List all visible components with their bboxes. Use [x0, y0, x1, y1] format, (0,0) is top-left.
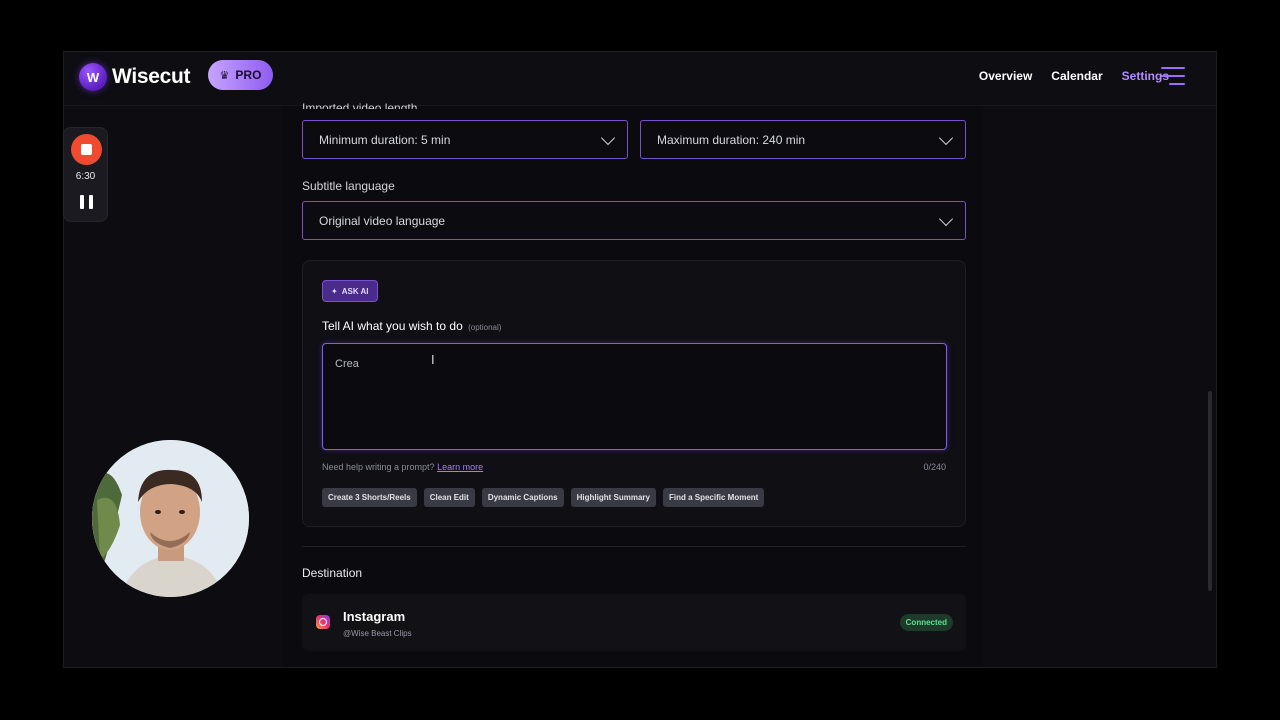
chip-clean-edit[interactable]: Clean Edit	[423, 488, 475, 507]
scrollbar[interactable]	[1208, 391, 1212, 591]
chip-dynamic-captions[interactable]: Dynamic Captions	[481, 488, 564, 507]
chip-find-moment[interactable]: Find a Specific Moment	[662, 488, 765, 507]
nav-overview[interactable]: Overview	[979, 69, 1032, 83]
ai-prompt-title: Tell AI what you wish to do (optional)	[322, 319, 501, 333]
subtitle-language-value: Original video language	[319, 213, 446, 228]
chevron-down-icon	[600, 130, 616, 146]
top-navigation-bar: W Wisecut ♛ PRO Overview Calendar Settin…	[64, 52, 1216, 106]
right-panel	[983, 106, 1216, 667]
ai-prompt-input[interactable]: Crea I	[322, 343, 947, 450]
webcam-bubble[interactable]	[92, 440, 249, 597]
text-cursor-icon: I	[431, 352, 435, 367]
ai-prompt-title-text: Tell AI what you wish to do	[322, 319, 463, 333]
destination-instagram-row[interactable]: Instagram @Wise Beast Clips Connected	[302, 594, 966, 651]
connected-status-badge: Connected	[899, 614, 953, 631]
hamburger-menu-icon[interactable]	[1161, 67, 1185, 85]
optional-hint: (optional)	[468, 323, 502, 332]
recording-time: 6:30	[75, 171, 96, 182]
ai-prompt-value: Crea	[335, 358, 359, 370]
pro-badge[interactable]: ♛ PRO	[208, 60, 273, 90]
crown-icon: ♛	[219, 69, 230, 82]
video-length-label: Imported video length	[302, 102, 418, 109]
prompt-help-text: Need help writing a prompt?	[322, 462, 435, 472]
prompt-suggestions: Create 3 Shorts/Reels Clean Edit Dynamic…	[322, 488, 765, 507]
destination-handle: @Wise Beast Clips	[343, 629, 412, 638]
character-counter: 0/240	[923, 462, 946, 472]
presenter-video	[92, 440, 249, 597]
ask-ai-label: ASK AI	[341, 286, 369, 296]
instagram-icon	[316, 615, 330, 629]
main-nav: Overview Calendar Settings	[979, 69, 1169, 83]
stop-record-icon[interactable]	[71, 134, 102, 165]
prompt-help: Need help writing a prompt? Learn more	[322, 462, 483, 472]
app-name: Wisecut	[112, 65, 191, 88]
max-duration-select[interactable]: Maximum duration: 240 min	[640, 120, 966, 159]
section-divider	[302, 546, 966, 547]
chip-highlight-summary[interactable]: Highlight Summary	[570, 488, 656, 507]
pause-icon[interactable]	[80, 195, 93, 209]
min-duration-value: Minimum duration: 5 min	[319, 132, 451, 147]
chevron-down-icon	[938, 211, 954, 227]
ask-ai-card: ✦ ASK AI Tell AI what you wish to do (op…	[302, 260, 966, 527]
ask-ai-badge: ✦ ASK AI	[322, 280, 378, 302]
subtitle-language-label: Subtitle language	[302, 179, 395, 193]
destination-label: Destination	[302, 566, 363, 580]
wisecut-logo[interactable]: W Wisecut	[79, 63, 191, 91]
sparkle-icon: ✦	[331, 286, 338, 296]
screen-recorder-widget: 6:30	[63, 127, 108, 222]
chevron-down-icon	[938, 130, 954, 146]
destination-platform: Instagram	[343, 609, 406, 624]
wisecut-logo-icon: W	[79, 63, 107, 91]
app-window: W Wisecut ♛ PRO Overview Calendar Settin…	[63, 51, 1217, 668]
pro-badge-label: PRO	[235, 68, 262, 82]
max-duration-value: Maximum duration: 240 min	[657, 132, 806, 147]
chip-create-shorts[interactable]: Create 3 Shorts/Reels	[322, 488, 417, 507]
learn-more-link[interactable]: Learn more	[437, 462, 483, 472]
nav-calendar[interactable]: Calendar	[1051, 69, 1102, 83]
min-duration-select[interactable]: Minimum duration: 5 min	[302, 120, 628, 159]
subtitle-language-select[interactable]: Original video language	[302, 201, 966, 240]
